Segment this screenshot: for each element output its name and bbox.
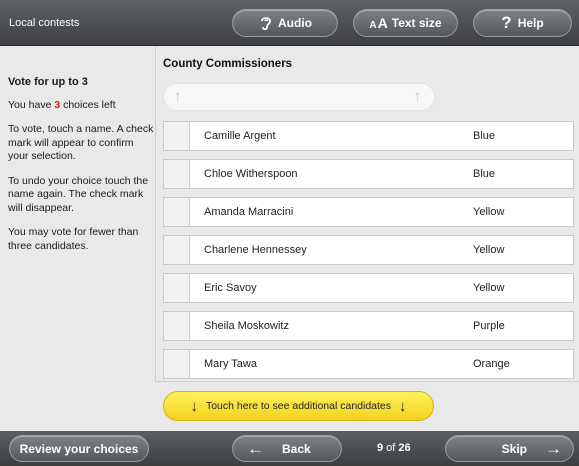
checkbox[interactable]	[164, 350, 190, 378]
candidate-row[interactable]: Camille Argent Blue	[163, 121, 574, 151]
down-arrow-icon: ↓	[399, 397, 407, 415]
up-arrow-icon: ↑	[174, 88, 182, 105]
audio-button[interactable]: Audio	[232, 9, 338, 37]
candidate-party: Purple	[473, 320, 505, 332]
back-button[interactable]: ← Back	[232, 435, 342, 462]
how-to-undo-text: To undo your choice touch the name again…	[8, 174, 149, 214]
skip-button-label: Skip	[501, 441, 527, 456]
text-size-button-label: Text size	[391, 16, 442, 30]
contest-section-label: Local contests	[9, 17, 80, 29]
bottom-bar: Review your choices ← Back Skip →	[0, 431, 579, 466]
candidate-party: Blue	[473, 168, 496, 180]
candidate-name: Mary Tawa	[204, 358, 257, 370]
contest-title: County Commissioners	[163, 58, 293, 70]
candidate-row[interactable]: Charlene Hennessey Yellow	[163, 235, 574, 265]
review-choices-button[interactable]: Review your choices	[9, 435, 149, 462]
page-counter: 9 of 26	[377, 442, 411, 454]
candidate-name: Camille Argent	[204, 130, 276, 142]
more-candidates-button[interactable]: ↓ Touch here to see additional candidate…	[163, 391, 434, 421]
top-bar: Local contests Audio AA Text size ? Help	[0, 0, 579, 46]
page-total: 26	[398, 442, 411, 454]
more-candidates-label: Touch here to see additional candidates	[205, 400, 392, 412]
choices-left-text: You have 3 choices left	[8, 98, 116, 111]
checkbox[interactable]	[164, 312, 190, 340]
candidate-row[interactable]: Chloe Witherspoon Blue	[163, 159, 574, 189]
audio-button-label: Audio	[278, 16, 312, 30]
help-button-label: Help	[517, 16, 544, 30]
candidate-row[interactable]: Sheila Moskowitz Purple	[163, 311, 574, 341]
candidate-party: Orange	[473, 358, 510, 370]
checkbox[interactable]	[164, 122, 190, 150]
right-arrow-icon: →	[545, 438, 562, 458]
down-arrow-icon: ↓	[190, 397, 198, 415]
ear-icon	[261, 17, 271, 31]
review-choices-label: Review your choices	[19, 441, 139, 456]
how-to-vote-text: To vote, touch a name. A check mark will…	[8, 123, 154, 162]
checkbox[interactable]	[164, 236, 190, 264]
checkbox[interactable]	[164, 274, 190, 302]
help-button[interactable]: ? Help	[473, 9, 572, 37]
back-button-label: Back	[282, 441, 311, 456]
candidate-party: Yellow	[473, 244, 505, 256]
bottom-divider	[155, 381, 579, 382]
candidate-party: Blue	[473, 130, 496, 142]
text-size-button[interactable]: AA Text size	[353, 9, 458, 37]
text-size-icon: AA	[369, 15, 388, 31]
candidate-row[interactable]: Amanda Marracini Yellow	[163, 197, 574, 227]
up-arrow-icon: ↑	[413, 88, 422, 105]
left-divider	[155, 46, 156, 382]
candidate-name: Chloe Witherspoon	[204, 168, 298, 180]
left-arrow-icon: ←	[247, 438, 264, 458]
candidate-list: Camille Argent Blue Chloe Witherspoon Bl…	[163, 121, 574, 387]
instructions-panel: Vote for up to 3 You have 3 choices left…	[8, 76, 154, 264]
candidate-row[interactable]: Eric Savoy Yellow	[163, 273, 574, 303]
candidate-name: Sheila Moskowitz	[204, 320, 289, 332]
candidate-name: Eric Savoy	[204, 282, 257, 294]
candidate-name: Charlene Hennessey	[204, 244, 307, 256]
candidate-party: Yellow	[473, 206, 505, 218]
checkbox[interactable]	[164, 198, 190, 226]
checkbox[interactable]	[164, 160, 190, 188]
scroll-up-button[interactable]: ↑ ↑	[163, 83, 435, 111]
vote-limit-heading: Vote for up to 3	[8, 76, 88, 88]
vote-fewer-text: You may vote for fewer than three candid…	[8, 226, 139, 252]
candidate-party: Yellow	[473, 282, 505, 294]
skip-button[interactable]: Skip →	[445, 435, 574, 462]
candidate-row[interactable]: Mary Tawa Orange	[163, 349, 574, 379]
question-icon: ?	[501, 13, 512, 32]
candidate-name: Amanda Marracini	[204, 206, 294, 218]
